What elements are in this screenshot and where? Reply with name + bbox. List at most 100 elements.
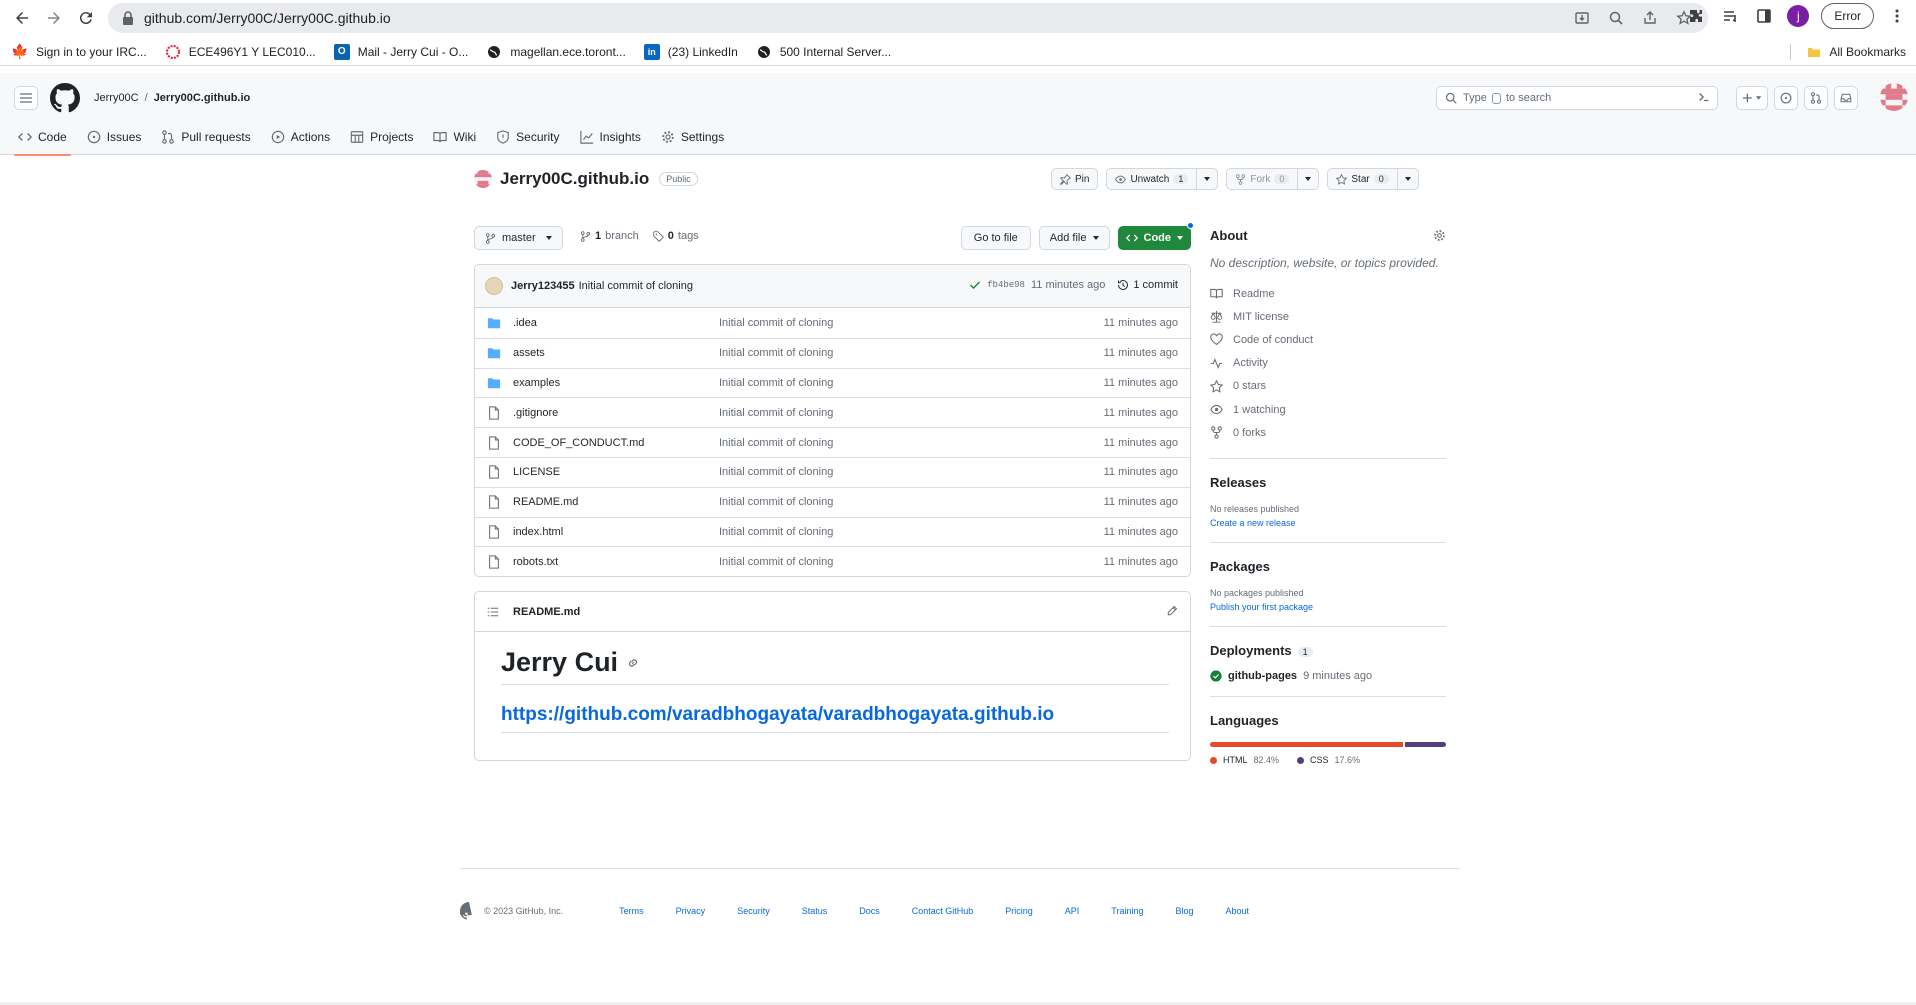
issues-button[interactable] [1774,86,1798,110]
bookmark-item[interactable]: 500 Internal Server... [756,44,891,60]
about-license[interactable]: MIT license [1210,305,1446,328]
file-row[interactable]: .gitignore Initial commit of cloning 11 mi… [475,397,1190,427]
footer-link[interactable]: Pricing [1005,906,1033,916]
star-button[interactable]: Star 0 [1327,168,1398,190]
pin-button[interactable]: Pin [1051,168,1099,190]
bookmark-item[interactable]: 🍁 Sign in to your IRC... [11,43,146,60]
user-avatar[interactable] [1880,83,1908,111]
file-row[interactable]: .idea Initial commit of cloning 11 minutes… [475,308,1190,338]
readme-filename[interactable]: README.md [513,606,580,618]
tab-insights[interactable]: Insights [572,119,649,155]
footer-link[interactable]: Status [802,906,828,916]
about-stars[interactable]: 0 stars [1210,375,1446,398]
command-palette-icon[interactable] [1697,90,1711,104]
file-row[interactable]: README.md Initial commit of cloning 11 min… [475,486,1190,517]
breadcrumb-owner[interactable]: Jerry00C [94,92,139,104]
publish-package-link[interactable]: Publish your first package [1210,602,1446,612]
footer-link[interactable]: About [1226,906,1250,916]
commit-author-avatar[interactable] [485,277,503,295]
deployment-item[interactable]: github-pages 9 minutes ago [1210,670,1446,682]
extensions-icon[interactable] [1685,5,1707,27]
tags-link[interactable]: 0 tags [653,230,699,242]
install-app-icon[interactable] [1572,8,1592,28]
bookmark-item[interactable]: O Mail - Jerry Cui - O... [333,43,468,60]
file-name[interactable]: LICENSE [513,466,560,478]
search-input[interactable]: Type to search [1436,86,1718,110]
about-forks[interactable]: 0 forks [1210,421,1446,444]
repo-name[interactable]: Jerry00C.github.io [500,169,649,189]
footer-link[interactable]: API [1065,906,1080,916]
footer-link[interactable]: Privacy [676,906,706,916]
profile-avatar[interactable]: j [1787,5,1810,27]
commit-message[interactable]: Initial commit of cloning [579,280,693,292]
forward-button[interactable] [38,2,70,34]
commit-sha[interactable]: fb4be98 [987,280,1025,290]
tab-projects[interactable]: Projects [342,119,421,155]
language-css[interactable]: CSS 17.6% [1297,755,1360,765]
file-commit-message[interactable]: Initial commit of cloning [719,347,833,359]
about-readme[interactable]: Readme [1210,282,1446,305]
file-commit-message[interactable]: Initial commit of cloning [719,466,833,478]
bookmark-item[interactable]: in (23) LinkedIn [643,43,738,60]
file-row[interactable]: index.html Initial commit of cloning 11 mi… [475,516,1190,547]
all-bookmarks-button[interactable]: All Bookmarks [1807,45,1906,59]
footer-link[interactable]: Terms [619,906,644,916]
back-button[interactable] [6,2,38,34]
branches-link[interactable]: 1 branch [580,230,639,242]
footer-link[interactable]: Security [737,906,770,916]
branch-selector[interactable]: master [474,226,563,250]
file-commit-message[interactable]: Initial commit of cloning [719,377,833,389]
footer-link[interactable]: Training [1111,906,1143,916]
tab-wiki[interactable]: Wiki [425,119,484,155]
more-icon[interactable] [1886,5,1908,27]
file-name[interactable]: index.html [513,526,563,538]
breadcrumb-repo[interactable]: Jerry00C.github.io [154,92,251,104]
error-button[interactable]: Error [1821,3,1874,29]
file-name[interactable]: CODE_OF_CONDUCT.md [513,437,644,449]
about-watching[interactable]: 1 watching [1210,398,1446,421]
file-row[interactable]: examples Initial commit of cloning 11 minu… [475,367,1190,398]
github-logo-icon[interactable] [50,83,80,113]
file-name[interactable]: assets [513,347,545,359]
unwatch-button[interactable]: Unwatch 1 [1106,168,1198,190]
file-commit-message[interactable]: Initial commit of cloning [719,437,833,449]
tab-actions[interactable]: Actions [263,119,338,155]
add-file-button[interactable]: Add file [1038,226,1110,250]
deployments-title[interactable]: Deployments 1 [1210,643,1446,658]
file-row[interactable]: assets Initial commit of cloning 11 minute… [475,337,1190,368]
pencil-icon[interactable] [1166,605,1178,617]
about-activity[interactable]: Activity [1210,352,1446,375]
side-panel-icon[interactable] [1753,5,1775,27]
tab-security[interactable]: Security [488,119,567,155]
packages-title[interactable]: Packages [1210,559,1446,574]
file-commit-message[interactable]: Initial commit of cloning [719,407,833,419]
commit-history-link[interactable]: 1 commit [1117,279,1178,291]
repo-owner-avatar[interactable] [474,170,492,188]
file-name[interactable]: .gitignore [513,407,558,419]
gear-icon[interactable] [1433,229,1446,242]
fork-dropdown[interactable] [1298,168,1320,190]
zoom-icon[interactable] [1606,8,1626,28]
hamburger-menu-button[interactable] [14,86,38,110]
bookmark-item[interactable]: magellan.ece.toront... [486,44,626,60]
reading-list-icon[interactable] [1719,5,1741,27]
commit-author[interactable]: Jerry123455 [511,280,575,292]
fork-button[interactable]: Fork 0 [1226,168,1299,190]
create-release-link[interactable]: Create a new release [1210,518,1446,528]
footer-link[interactable]: Contact GitHub [912,906,974,916]
language-html[interactable]: HTML 82.4% [1210,755,1279,765]
tab-code[interactable]: Code [10,119,75,156]
file-commit-message[interactable]: Initial commit of cloning [719,317,833,329]
footer-link[interactable]: Blog [1175,906,1193,916]
footer-link[interactable]: Docs [859,906,880,916]
github-logo-icon[interactable] [460,902,478,920]
create-new-button[interactable] [1736,86,1768,110]
pull-requests-button[interactable] [1804,86,1828,110]
file-commit-message[interactable]: Initial commit of cloning [719,556,833,568]
about-code-of-conduct[interactable]: Code of conduct [1210,328,1446,351]
anchor-link-icon[interactable] [626,656,640,670]
go-to-file-button[interactable]: Go to file [960,226,1031,250]
code-button[interactable]: Code [1117,222,1194,250]
file-commit-message[interactable]: Initial commit of cloning [719,496,833,508]
share-icon[interactable] [1640,8,1660,28]
